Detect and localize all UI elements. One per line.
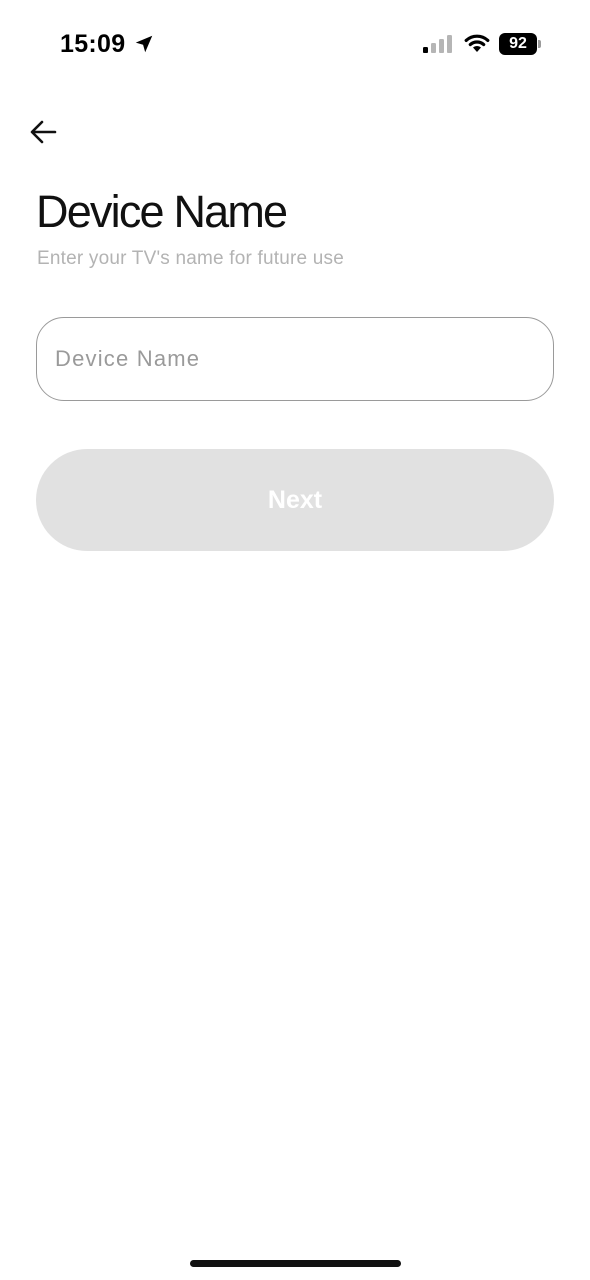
- status-time: 15:09: [60, 30, 126, 58]
- status-bar: 15:09 92: [0, 0, 590, 90]
- home-indicator: [190, 1260, 401, 1267]
- device-name-input[interactable]: [36, 317, 554, 401]
- battery-tip: [538, 40, 541, 48]
- arrow-left-icon: [30, 120, 57, 144]
- back-button[interactable]: [22, 110, 66, 154]
- wifi-icon: [464, 34, 490, 52]
- location-arrow-icon: [135, 35, 153, 53]
- device-name-screen: 15:09 92 Device Name Enter your TV's nam…: [0, 0, 590, 1280]
- page-subtitle: Enter your TV's name for future use: [37, 248, 345, 269]
- cellular-signal-icon: [423, 35, 452, 53]
- next-button[interactable]: Next: [36, 449, 554, 551]
- battery-level: 92: [499, 33, 537, 55]
- page-title: Device Name: [36, 186, 288, 237]
- battery-indicator: 92: [499, 33, 543, 55]
